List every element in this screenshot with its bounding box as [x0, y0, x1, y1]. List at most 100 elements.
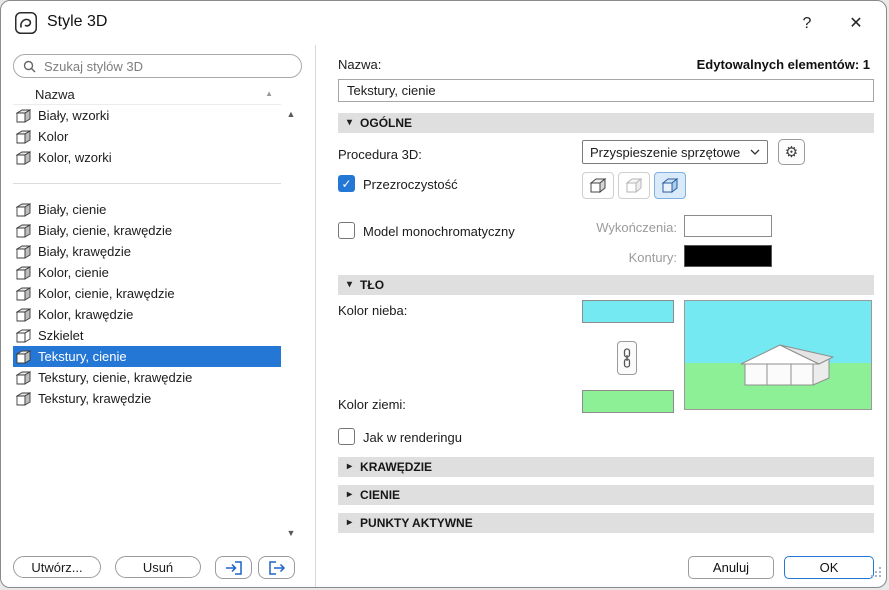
style-icon — [16, 130, 31, 144]
list-item[interactable]: Biały, krawędzie — [13, 241, 281, 262]
list-item-label: Tekstury, cienie — [38, 349, 127, 364]
app-icon — [15, 12, 37, 34]
style-name-input[interactable] — [338, 79, 874, 102]
section-shadows-title: CIENIE — [360, 488, 400, 502]
delete-button[interactable]: Usuń — [115, 556, 201, 578]
list-item[interactable]: Kolor, krawędzie — [13, 304, 281, 325]
list-column-header[interactable]: Nazwa ▲ — [13, 85, 281, 105]
list-item-label: Szkielet — [38, 328, 84, 343]
style-icon — [16, 308, 31, 322]
chevron-collapsed-icon: ▸ — [347, 462, 352, 472]
list-item[interactable]: Biały, wzorki — [13, 105, 281, 126]
list-item[interactable]: Szkielet — [13, 325, 281, 346]
transparency-checkbox[interactable]: ✓ — [338, 175, 355, 192]
help-button[interactable]: ? — [792, 11, 822, 37]
list-item[interactable]: Kolor, wzorki — [13, 147, 281, 168]
list-group-separator — [13, 168, 281, 199]
section-shadows[interactable]: ▸ CIENIE — [338, 485, 874, 505]
list-item[interactable]: Kolor, cienie — [13, 262, 281, 283]
procedure-label: Procedura 3D: — [338, 147, 422, 162]
chain-link-icon — [622, 348, 632, 368]
style-icon — [16, 350, 31, 364]
sky-color-swatch[interactable] — [582, 300, 674, 323]
procedure-dropdown[interactable]: Przyspieszenie sprzętowe — [582, 140, 768, 164]
list-item[interactable]: Kolor, cienie, krawędzie — [13, 283, 281, 304]
list-item-label: Kolor, cienie — [38, 265, 109, 280]
close-button[interactable]: ✕ — [841, 10, 871, 36]
monochrome-checkbox[interactable] — [338, 222, 355, 239]
procedure-value: Przyspieszenie sprzętowe — [590, 145, 750, 160]
transparency-mode-3-button-selected[interactable] — [654, 172, 686, 199]
cube-faded-icon — [624, 177, 644, 194]
ok-button[interactable]: OK — [784, 556, 874, 579]
gear-icon: ⚙ — [785, 143, 798, 161]
sky-color-label: Kolor nieba: — [338, 303, 407, 318]
list-item[interactable]: Biały, cienie — [13, 199, 281, 220]
cancel-button[interactable]: Anuluj — [688, 556, 774, 579]
contours-label: Kontury: — [481, 250, 677, 265]
chevron-expanded-icon: ▾ — [347, 118, 352, 128]
section-background[interactable]: ▾ TŁO — [338, 275, 874, 295]
list-item-selected[interactable]: Tekstury, cienie — [13, 346, 281, 367]
panel-divider — [315, 45, 316, 587]
section-hotspots-title: PUNKTY AKTYWNE — [360, 516, 473, 530]
style-icon — [16, 266, 31, 280]
name-label: Nazwa: — [338, 57, 381, 72]
import-button[interactable] — [215, 556, 252, 579]
section-background-title: TŁO — [360, 278, 384, 292]
check-icon: ✓ — [341, 178, 351, 190]
procedure-settings-button[interactable]: ⚙ — [778, 139, 805, 165]
list-item[interactable]: Tekstury, cienie, krawędzie — [13, 367, 281, 388]
section-general-title: OGÓLNE — [360, 116, 412, 130]
list-item-label: Kolor, krawędzie — [38, 307, 133, 322]
chevron-down-icon — [750, 149, 760, 155]
style-icon — [16, 224, 31, 238]
create-button[interactable]: Utwórz... — [13, 556, 101, 578]
search-box[interactable] — [13, 54, 302, 78]
list-item[interactable]: Tekstury, krawędzie — [13, 388, 281, 409]
chevron-collapsed-icon: ▸ — [347, 518, 352, 528]
style-icon — [16, 151, 31, 165]
list-item[interactable]: Biały, cienie, krawędzie — [13, 220, 281, 241]
search-icon — [23, 60, 36, 73]
style-3d-dialog: Style 3D ? ✕ Nazwa ▲ Biały, wzorki Kolor… — [0, 0, 887, 588]
scroll-up-icon[interactable]: ▲ — [283, 108, 299, 120]
import-icon — [224, 561, 244, 575]
finish-color-swatch[interactable] — [684, 215, 772, 237]
section-general[interactable]: ▾ OGÓLNE — [338, 113, 874, 133]
preview-image — [685, 301, 871, 409]
list-item-label: Biały, krawędzie — [38, 244, 131, 259]
sort-asc-icon: ▲ — [265, 90, 273, 98]
chevron-collapsed-icon: ▸ — [347, 490, 352, 500]
style-icon — [16, 203, 31, 217]
ground-color-swatch[interactable] — [582, 390, 674, 413]
scroll-down-icon[interactable]: ▼ — [283, 527, 299, 539]
list-item-label: Kolor — [38, 129, 68, 144]
contours-color-swatch[interactable] — [684, 245, 772, 267]
section-hotspots[interactable]: ▸ PUNKTY AKTYWNE — [338, 513, 874, 533]
style-icon — [16, 245, 31, 259]
transparency-label: Przezroczystość — [363, 177, 458, 192]
cube-solid-icon — [588, 177, 608, 194]
column-header-label: Nazwa — [35, 87, 75, 102]
link-colors-button[interactable] — [617, 341, 637, 375]
search-input[interactable] — [42, 58, 292, 75]
section-edges-title: KRAWĘDZIE — [360, 460, 432, 474]
transparency-mode-2-button[interactable] — [618, 172, 650, 199]
style-icon — [16, 371, 31, 385]
like-render-label: Jak w renderingu — [363, 430, 462, 445]
list-item-label: Kolor, wzorki — [38, 150, 112, 165]
editable-count: Edytowalnych elementów: 1 — [697, 57, 870, 72]
transparency-mode-1-button[interactable] — [582, 172, 614, 199]
style-icon — [16, 109, 31, 123]
style-icon — [16, 329, 31, 343]
section-edges[interactable]: ▸ KRAWĘDZIE — [338, 457, 874, 477]
like-render-checkbox[interactable] — [338, 428, 355, 445]
styles-list: Biały, wzorki Kolor Kolor, wzorki Biały,… — [13, 105, 281, 409]
resize-grip[interactable] — [870, 565, 882, 583]
export-button[interactable] — [258, 556, 295, 579]
export-icon — [267, 561, 287, 575]
window-title: Style 3D — [47, 13, 107, 31]
list-item[interactable]: Kolor — [13, 126, 281, 147]
list-item-label: Biały, cienie — [38, 202, 106, 217]
